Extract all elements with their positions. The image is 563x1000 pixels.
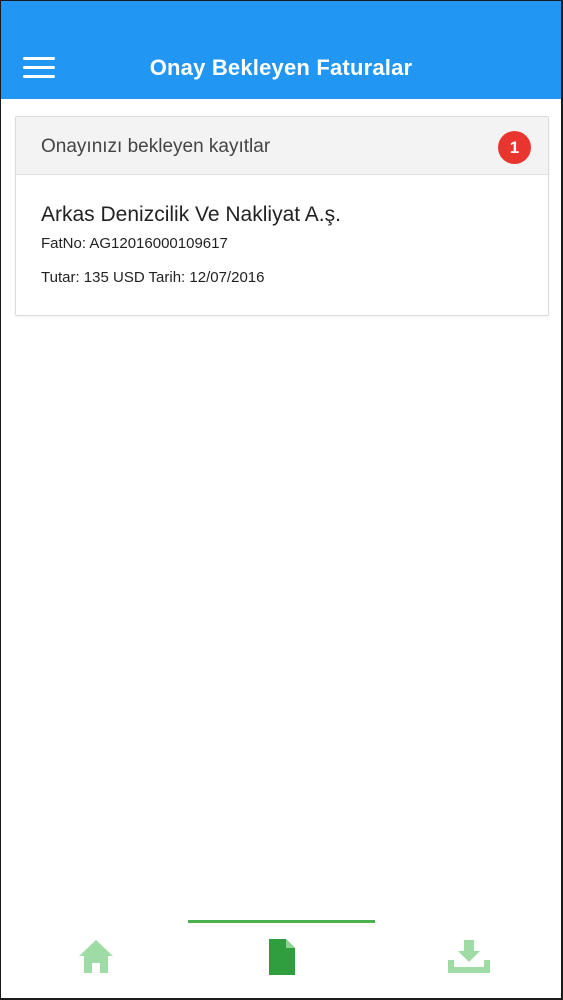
list-item[interactable]: Arkas Denizcilik Ve Nakliyat A.ş. FatNo:… xyxy=(16,175,548,315)
page-title: Onay Bekleyen Faturalar xyxy=(149,55,413,80)
pending-records-card: Onayınızı bekleyen kayıtlar 1 Arkas Deni… xyxy=(15,116,549,316)
app-screen: Onay Bekleyen Faturalar Onayınızı bekley… xyxy=(1,1,561,998)
tab-home[interactable] xyxy=(61,936,131,991)
home-icon xyxy=(79,940,113,973)
card-header: Onayınızı bekleyen kayıtlar 1 xyxy=(16,117,548,175)
app-bar: Onay Bekleyen Faturalar xyxy=(1,1,561,99)
active-tab-indicator xyxy=(188,920,375,923)
record-invoice-number: FatNo: AG12016000109617 xyxy=(41,235,228,252)
document-icon xyxy=(269,939,295,975)
record-company-name: Arkas Denizcilik Ve Nakliyat A.ş. xyxy=(41,203,341,226)
download-tray-icon xyxy=(448,940,490,973)
record-amount-date: Tutar: 135 USD Tarih: 12/07/2016 xyxy=(41,269,265,286)
pending-count-badge: 1 xyxy=(498,131,531,164)
card-header-label: Onayınızı bekleyen kayıtlar xyxy=(41,136,271,157)
tab-download[interactable] xyxy=(434,936,504,991)
tab-invoices[interactable] xyxy=(247,936,317,991)
